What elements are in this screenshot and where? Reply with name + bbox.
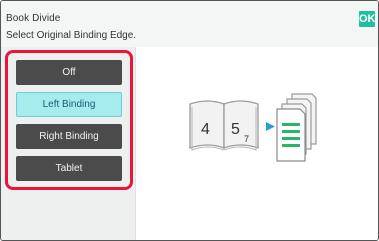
page-number-left: 4 (201, 121, 210, 138)
arrow-right-icon (266, 122, 275, 131)
binding-illustration: 4 5 7 (188, 92, 328, 162)
page-title: Book Divide (6, 13, 61, 24)
instruction-text: Select Original Binding Edge. (6, 30, 137, 41)
option-right-binding-button[interactable]: Right Binding (16, 124, 122, 149)
page-number-sub: 7 (244, 134, 249, 144)
option-off-button[interactable]: Off (16, 60, 122, 85)
open-book-icon: 4 5 7 (189, 93, 317, 162)
page-number-right: 5 (231, 121, 240, 138)
stacked-pages-icon (276, 93, 317, 162)
option-left-binding-button[interactable]: Left Binding (16, 92, 122, 117)
header: Book Divide Select Original Binding Edge… (1, 1, 378, 47)
ok-button[interactable]: OK (359, 11, 376, 27)
option-tablet-button[interactable]: Tablet (16, 156, 122, 181)
